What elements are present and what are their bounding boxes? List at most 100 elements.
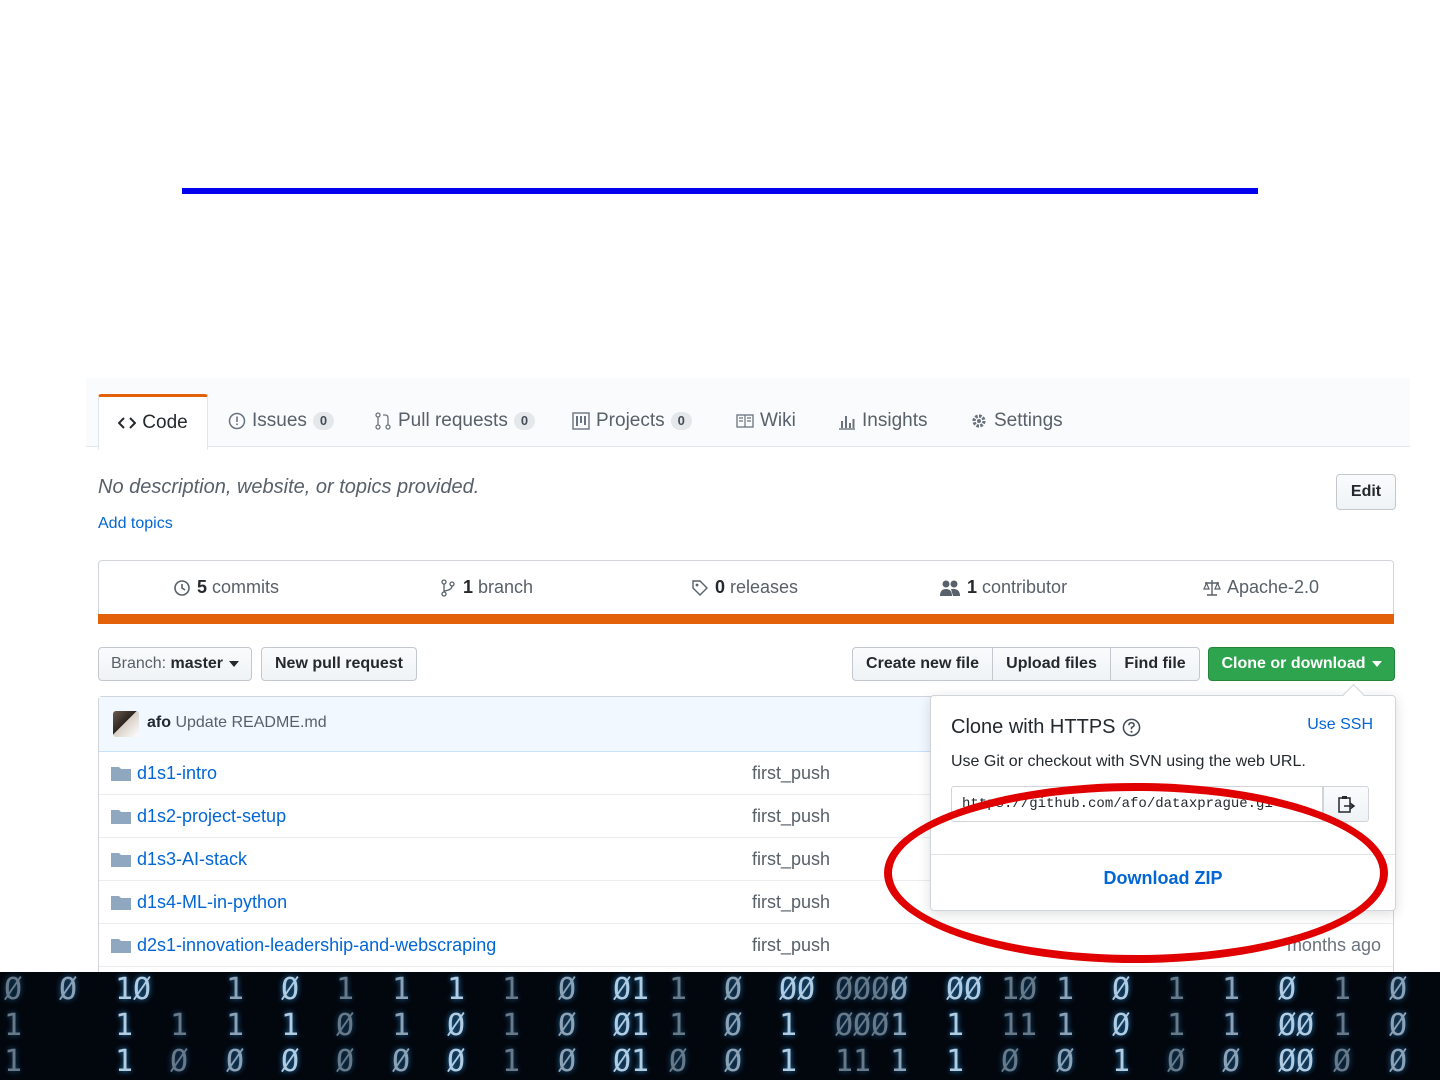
add-topics-link[interactable]: Add topics — [98, 515, 173, 533]
tab-code[interactable]: Code — [98, 394, 208, 450]
license-label: Apache-2.0 — [1227, 577, 1320, 597]
folder-icon — [111, 810, 131, 824]
branch-icon — [441, 578, 455, 597]
matrix-column: Ø 1 Ø — [281, 972, 300, 1079]
matrix-column: 1 Ø — [170, 1008, 189, 1079]
file-name[interactable]: d1s4-ML-in-python — [137, 892, 287, 913]
tab-label: Wiki — [760, 410, 796, 431]
releases-count: 0 — [715, 577, 726, 597]
matrix-column: ØØ 1 1 — [946, 972, 983, 1079]
branch-label: branch — [478, 577, 534, 597]
matrix-column: 1 1 Ø — [1056, 972, 1075, 1079]
tab-label: Code — [142, 412, 188, 433]
file-commit-message[interactable]: first_push — [752, 849, 830, 870]
folder-icon — [111, 939, 131, 953]
latest-commit-text: afo Update README.md — [147, 714, 327, 732]
highlight-circle — [884, 783, 1388, 963]
graph-icon — [839, 416, 855, 430]
language-bar — [98, 614, 1394, 624]
new-pull-request-label: New pull request — [274, 655, 404, 672]
law-scale-icon — [1203, 579, 1221, 596]
upload-files-label: Upload files — [1006, 655, 1097, 672]
tab-wiki[interactable]: Wiki — [736, 396, 796, 446]
matrix-column: 1 1 1 — [502, 972, 521, 1079]
tab-issues[interactable]: Issues 0 — [228, 396, 335, 446]
tab-label: Settings — [994, 410, 1063, 431]
file-name[interactable]: d1s3-AI-stack — [137, 849, 247, 870]
matrix-column: 1 Ø Ø — [336, 972, 355, 1079]
clone-popover-subtitle: Use Git or checkout with SVN using the w… — [951, 753, 1306, 770]
file-name[interactable]: d1s2-project-setup — [137, 806, 286, 827]
slide-title-rule — [182, 188, 1258, 194]
file-commit-message[interactable]: first_push — [752, 806, 830, 827]
matrix-column: 1 1 Ø — [392, 972, 411, 1079]
commit-author[interactable]: afo — [147, 714, 171, 731]
releases-stat[interactable]: 0 releases — [691, 577, 798, 598]
repo-summary: 5 commits 1 branch 0 releases 1 contribu… — [98, 560, 1394, 615]
matrix-column: Ø Ø Ø — [1389, 972, 1408, 1079]
matrix-column: 1 1 Ø — [1222, 972, 1241, 1079]
chevron-down-icon — [229, 661, 240, 667]
folder-icon — [111, 896, 131, 910]
file-commit-message[interactable]: first_push — [752, 892, 830, 913]
edit-button[interactable]: Edit — [1336, 474, 1396, 510]
matrix-column: Ø ØØ ØØ — [1278, 972, 1315, 1079]
matrix-column: Ø 1 1 — [4, 972, 23, 1079]
projects-count: 0 — [670, 412, 692, 430]
matrix-column: Ø Ø Ø — [724, 972, 743, 1079]
matrix-column: 1 1 Ø — [1333, 972, 1352, 1079]
repo-tab-bar: Code Issues 0 Pull requests 0 Projects 0… — [86, 378, 1410, 450]
matrix-column: 1Ø 11 Ø — [1001, 972, 1038, 1079]
avatar[interactable] — [113, 711, 139, 737]
find-file-button[interactable]: Find file — [1110, 647, 1200, 681]
commits-stat[interactable]: 5 commits — [173, 577, 279, 598]
matrix-column: 1 1 Ø — [226, 972, 245, 1079]
matrix-column: Ø Ø Ø — [558, 972, 577, 1079]
branch-select-button[interactable]: Branch: master — [98, 647, 252, 681]
create-new-file-button[interactable]: Create new file — [852, 647, 993, 681]
use-ssh-link[interactable]: Use SSH — [1307, 716, 1373, 734]
clone-or-download-button[interactable]: Clone or download — [1208, 647, 1395, 681]
tab-pull-requests[interactable]: Pull requests 0 — [374, 396, 536, 446]
file-commit-message[interactable]: first_push — [752, 763, 830, 784]
license-stat[interactable]: Apache-2.0 — [1203, 577, 1319, 598]
branch-prefix: Branch: — [110, 655, 167, 672]
tab-label: Insights — [862, 410, 928, 431]
commit-message[interactable]: Update README.md — [175, 714, 326, 731]
gear-icon — [972, 414, 986, 428]
pull-requests-count: 0 — [513, 412, 536, 430]
clone-or-download-label: Clone or download — [1221, 655, 1366, 672]
matrix-column: 1 1 Ø — [1167, 972, 1186, 1079]
repo-description: No description, website, or topics provi… — [98, 476, 480, 498]
upload-files-button[interactable]: Upload files — [992, 647, 1111, 681]
file-name[interactable]: d2s1-innovation-leadership-and-webscrapi… — [137, 935, 496, 956]
tab-projects[interactable]: Projects 0 — [572, 396, 692, 446]
tab-insights[interactable]: Insights — [838, 396, 927, 446]
tab-label: Pull requests — [398, 410, 508, 431]
contributor-label: contributor — [982, 577, 1068, 597]
tab-settings[interactable]: Settings — [970, 396, 1063, 446]
matrix-column: ØØØ ØØØ 11 — [835, 972, 890, 1079]
issue-icon — [228, 412, 246, 430]
matrix-column: 1 1 Ø — [669, 972, 688, 1079]
matrix-code-banner: Ø 1 1 Ø 1Ø 1 1 1 Ø 1 1 Ø Ø 1 Ø 1 Ø Ø 1 1 Ø 1 Ø… — [0, 972, 1440, 1080]
new-pull-request-button[interactable]: New pull request — [261, 647, 417, 681]
clipboard-icon — [1338, 796, 1356, 813]
matrix-column: Ø — [59, 972, 78, 1007]
contributor-count: 1 — [967, 577, 978, 597]
file-name[interactable]: d1s1-intro — [137, 763, 217, 784]
commits-label: commits — [212, 577, 280, 597]
contributors-stat[interactable]: 1 contributor — [939, 577, 1067, 598]
file-commit-message[interactable]: first_push — [752, 935, 830, 956]
question-icon[interactable] — [1122, 718, 1141, 737]
code-icon — [118, 417, 137, 429]
matrix-column: Ø1 Ø1 Ø1 — [613, 972, 650, 1079]
folder-icon — [111, 853, 131, 867]
people-icon — [940, 580, 960, 596]
project-board-icon — [572, 412, 590, 430]
branch-stat[interactable]: 1 branch — [439, 577, 533, 598]
matrix-column: ØØ 1 1 — [779, 972, 816, 1079]
branch-name: master — [170, 655, 224, 672]
tag-icon — [692, 579, 708, 596]
matrix-column: 1 Ø Ø — [447, 972, 466, 1079]
